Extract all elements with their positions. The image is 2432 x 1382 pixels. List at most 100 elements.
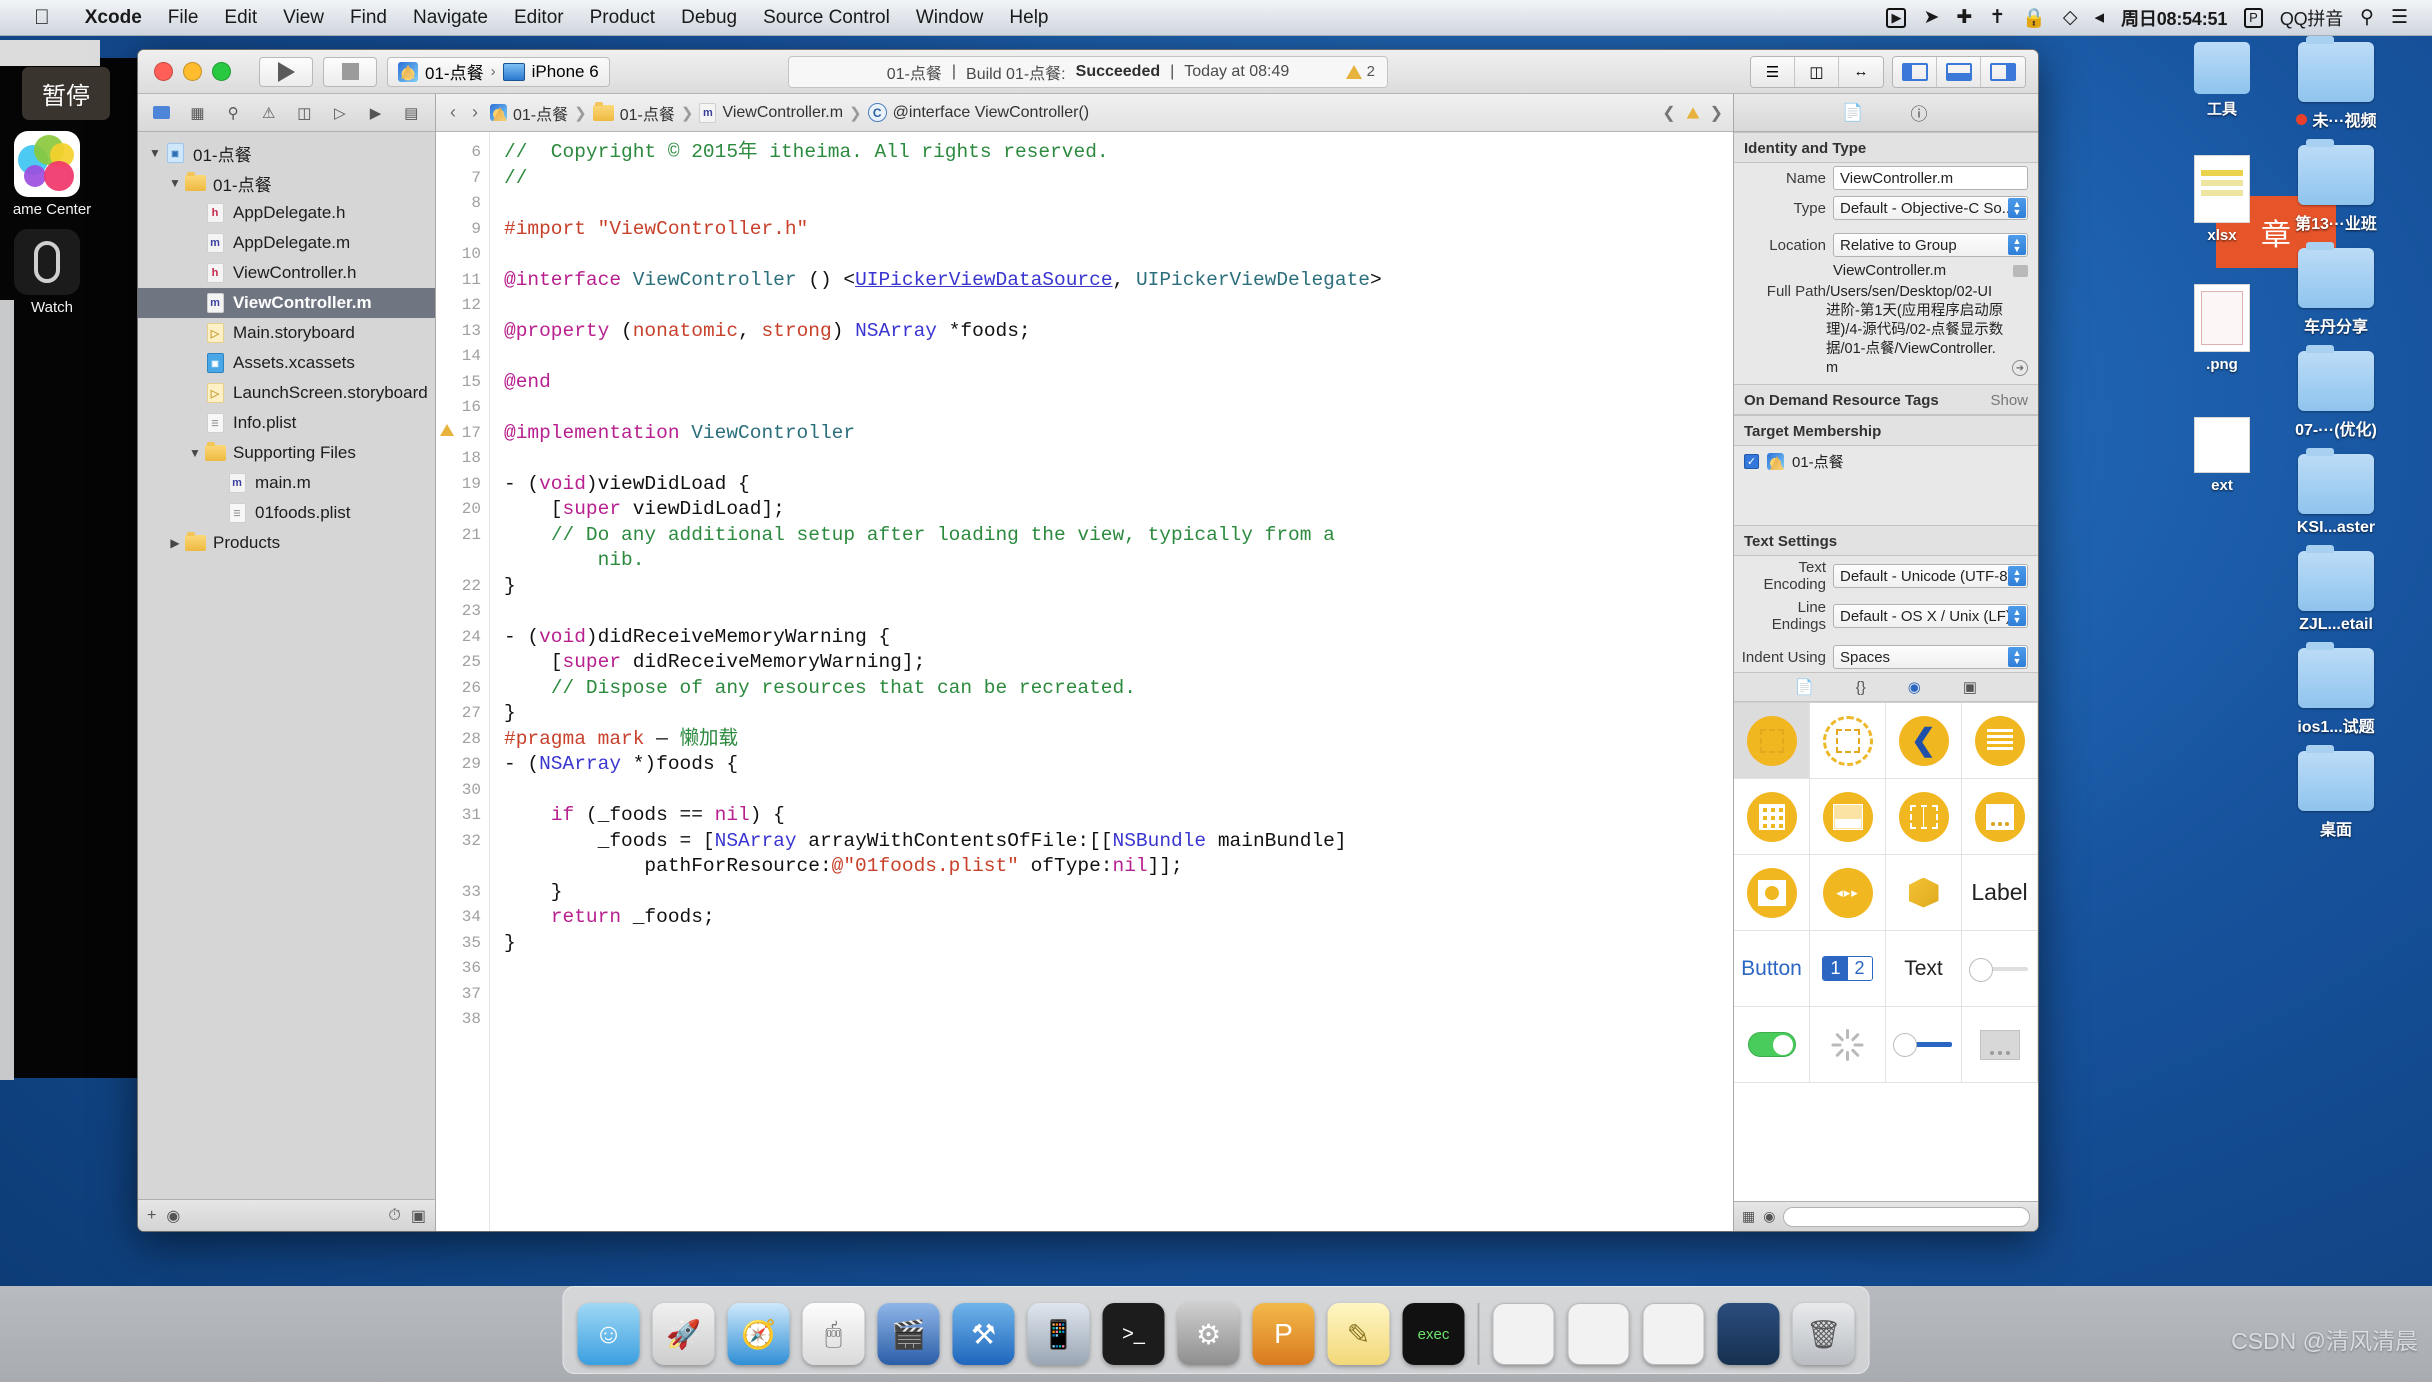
- code-editor[interactable]: 6 7 8 9 10 11 12 13 14 15 16 17 18 19 20 21 22 23 24 25 26 2…: [436, 132, 1733, 1231]
- tree-row-group[interactable]: ▶ Products: [138, 528, 435, 558]
- code-line[interactable]: - (void)viewDidLoad {: [504, 472, 1733, 498]
- dock-item-keynote[interactable]: P: [1252, 1303, 1315, 1365]
- code-line[interactable]: //: [504, 166, 1733, 192]
- code-line[interactable]: [504, 778, 1733, 804]
- library-item-image-view[interactable]: [1734, 855, 1810, 931]
- chevron-updown-icon[interactable]: ▲ ▼: [2008, 235, 2026, 255]
- code-line[interactable]: return _foods;: [504, 905, 1733, 931]
- airplay-icon[interactable]: ✚: [1956, 6, 1972, 29]
- show-link[interactable]: Show: [1990, 392, 2028, 409]
- dock-item-settings[interactable]: ⚙: [1177, 1303, 1240, 1365]
- code-line[interactable]: [super didReceiveMemoryWarning];: [504, 650, 1733, 676]
- minimize-button[interactable]: [183, 62, 202, 81]
- menu-item-help[interactable]: Help: [996, 7, 1061, 29]
- dock-item-safari[interactable]: 🧭: [727, 1303, 790, 1365]
- tree-row-file[interactable]: ▷ LaunchScreen.storyboard: [138, 378, 435, 408]
- clock-time[interactable]: 周日08:54:51: [2121, 5, 2227, 31]
- search-navigator-tab[interactable]: ⚲: [215, 99, 251, 127]
- apple-icon[interactable]: : [34, 6, 50, 30]
- menu-item-find[interactable]: Find: [337, 7, 400, 29]
- lock-icon[interactable]: 🔒: [2022, 6, 2046, 30]
- tree-row-file[interactable]: ▣ Assets.xcassets: [138, 348, 435, 378]
- breadcrumb-item-group[interactable]: 01-点餐: [620, 101, 675, 125]
- chevron-right-icon[interactable]: ›: [468, 102, 482, 123]
- input-method-label[interactable]: QQ拼音: [2280, 5, 2343, 31]
- filter-icon[interactable]: ◉: [166, 1206, 180, 1226]
- issue-navigator-tab[interactable]: ⚠: [251, 99, 287, 127]
- tree-row-file-selected[interactable]: m ViewController.m: [138, 288, 435, 318]
- dock-item-launchpad[interactable]: 🚀: [652, 1303, 715, 1365]
- tree-row-file[interactable]: h AppDelegate.h: [138, 198, 435, 228]
- disclosure-triangle-icon[interactable]: ▼: [146, 146, 164, 160]
- code-line[interactable]: [504, 956, 1733, 982]
- code-line[interactable]: [504, 395, 1733, 421]
- disclosure-triangle-icon[interactable]: ▼: [166, 176, 184, 190]
- code-line[interactable]: [504, 191, 1733, 217]
- library-item-page-view[interactable]: [1962, 779, 2038, 855]
- menu-item-xcode[interactable]: Xcode: [72, 7, 155, 29]
- code-line[interactable]: }: [504, 880, 1733, 906]
- library-item-container-view[interactable]: [1810, 703, 1886, 779]
- search-icon[interactable]: ⚲: [2360, 6, 2374, 29]
- bluetooth-icon[interactable]: ✝: [1989, 6, 2005, 29]
- code-line[interactable]: // Do any additional setup after loading…: [504, 523, 1733, 549]
- line-endings-select[interactable]: Default - OS X / Unix (LF) ▲ ▼: [1833, 604, 2028, 628]
- library-item-view[interactable]: [1734, 703, 1810, 779]
- library-item-navigation-back[interactable]: ❮: [1886, 703, 1962, 779]
- warning-icon[interactable]: [1686, 106, 1699, 119]
- code-line[interactable]: #import "ViewController.h": [504, 217, 1733, 243]
- dock-item-window2[interactable]: [1567, 1303, 1630, 1365]
- code-line[interactable]: [504, 242, 1733, 268]
- desktop-folder-item[interactable]: ZJL...etail: [2240, 545, 2432, 634]
- code-line[interactable]: // Dispose of any resources that can be …: [504, 676, 1733, 702]
- choose-folder-icon[interactable]: [2013, 264, 2028, 277]
- stop-button[interactable]: [323, 56, 377, 87]
- volume-icon[interactable]: ◂: [2095, 6, 2105, 29]
- library-item-switch[interactable]: [1734, 1007, 1810, 1083]
- desktop-folder-item[interactable]: 第13···业班: [2240, 139, 2432, 234]
- desktop-folder-item[interactable]: 车丹分享: [2240, 242, 2432, 337]
- recent-icon[interactable]: ⏱: [388, 1207, 400, 1225]
- scheme-selector[interactable]: 01-点餐 › iPhone 6: [387, 56, 610, 87]
- run-button[interactable]: [259, 56, 313, 87]
- library-item-object[interactable]: [1886, 855, 1962, 931]
- dock-item-console[interactable]: exec: [1402, 1303, 1465, 1365]
- code-line[interactable]: [504, 344, 1733, 370]
- checkbox-checked-icon[interactable]: ✓: [1744, 454, 1759, 469]
- tree-row-file[interactable]: ▷ Main.storyboard: [138, 318, 435, 348]
- library-item-progress-view[interactable]: [1886, 1007, 1962, 1083]
- code-line[interactable]: - (void)didReceiveMemoryWarning {: [504, 625, 1733, 651]
- close-button[interactable]: [154, 62, 173, 81]
- tree-row-group[interactable]: ▼ 01-点餐: [138, 168, 435, 198]
- source-code-text[interactable]: // Copyright © 2015年 itheima. All rights…: [490, 132, 1733, 1231]
- disclosure-triangle-icon[interactable]: ▼: [186, 446, 204, 460]
- report-navigator-tab[interactable]: ▤: [393, 99, 429, 127]
- dock-item-simulator[interactable]: 📱: [1027, 1303, 1090, 1365]
- disclosure-triangle-icon[interactable]: ▶: [166, 536, 184, 550]
- dock-item-window1[interactable]: [1492, 1303, 1555, 1365]
- assistant-editor-icon[interactable]: ◫: [1795, 56, 1839, 87]
- code-line[interactable]: @interface ViewController () <UIPickerVi…: [504, 268, 1733, 294]
- library-item-label[interactable]: Label: [1962, 855, 2038, 931]
- code-line[interactable]: - (NSArray *)foods {: [504, 752, 1733, 778]
- target-membership-row[interactable]: ✓ 01-点餐: [1734, 446, 2038, 477]
- filter-icon[interactable]: ◉: [1763, 1208, 1775, 1225]
- desktop-folder-item[interactable]: 桌面: [2240, 745, 2432, 840]
- quick-help-tab[interactable]: ⓘ: [1907, 101, 1931, 125]
- tree-row-file[interactable]: ☰ Info.plist: [138, 408, 435, 438]
- text-encoding-select[interactable]: Default - Unicode (UTF-8) ▲ ▼: [1833, 564, 2028, 588]
- code-line[interactable]: }: [504, 701, 1733, 727]
- input-source-badge-icon[interactable]: P: [2244, 7, 2263, 28]
- source-control-icon[interactable]: ▣: [411, 1206, 426, 1226]
- library-item-activity-indicator[interactable]: [1810, 1007, 1886, 1083]
- chevron-updown-icon[interactable]: ▲ ▼: [2008, 606, 2026, 626]
- location-select[interactable]: Relative to Group ▲ ▼: [1833, 233, 2028, 257]
- menu-item-navigate[interactable]: Navigate: [400, 7, 501, 29]
- zoom-button[interactable]: [212, 62, 231, 81]
- code-line[interactable]: @implementation ViewController: [504, 421, 1733, 447]
- standard-editor-icon[interactable]: ☰: [1751, 56, 1795, 87]
- dock-item-trash[interactable]: 🗑: [1792, 1303, 1855, 1365]
- location-icon[interactable]: ➤: [1923, 6, 1939, 29]
- dock-item-finder[interactable]: ☺: [577, 1303, 640, 1365]
- menu-item-view[interactable]: View: [270, 7, 337, 29]
